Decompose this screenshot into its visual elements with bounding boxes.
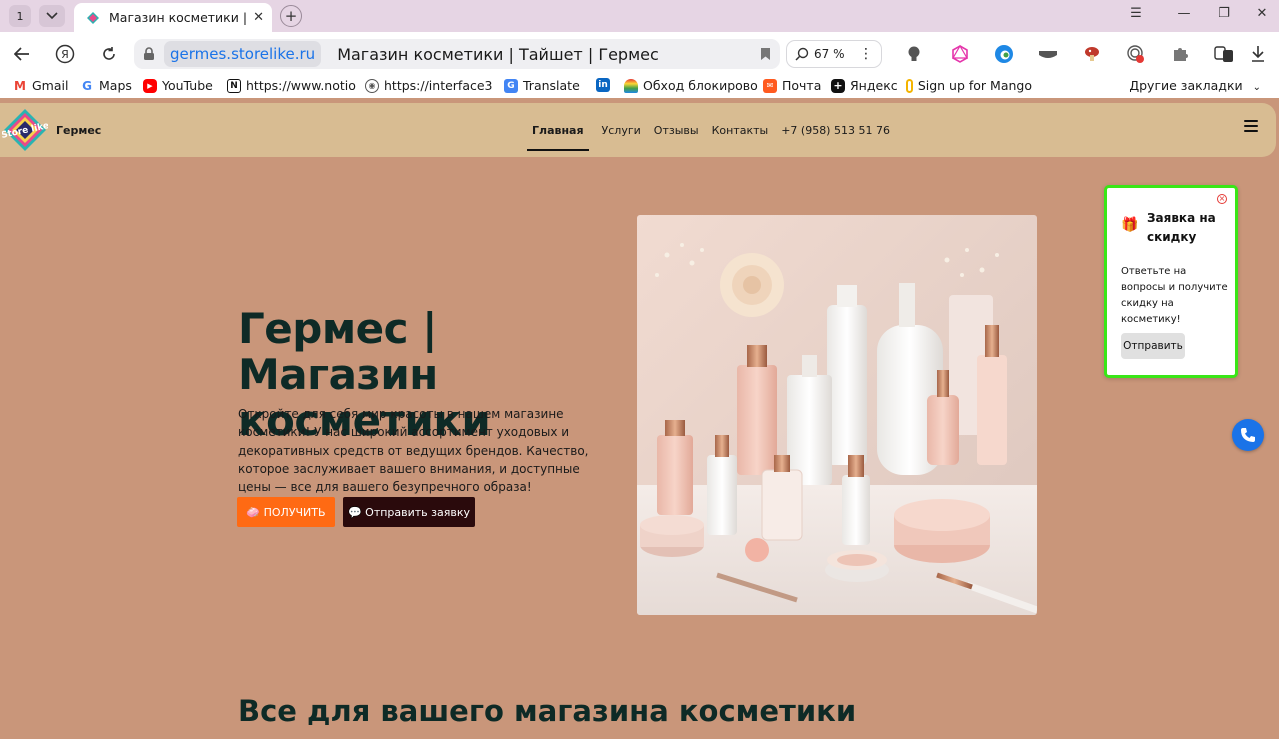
zoom-indicator[interactable]: 67 % ⋮ xyxy=(786,40,882,68)
nav-contacts[interactable]: Контакты xyxy=(712,103,769,157)
linkedin-icon: in xyxy=(596,78,610,92)
download-icon[interactable] xyxy=(1246,42,1270,66)
menu-icon[interactable]: ☰ xyxy=(1124,6,1148,21)
nav-phone[interactable]: +7 (958) 513 51 76 xyxy=(781,103,890,157)
brand-name[interactable]: Гермес xyxy=(56,124,101,137)
tab-list-button[interactable] xyxy=(39,5,65,27)
zoom-search-icon xyxy=(795,47,809,61)
svg-text:Я: Я xyxy=(61,48,69,61)
zoom-level: 67 % xyxy=(814,47,845,61)
bookmark-label: Translate xyxy=(523,78,580,93)
url-host[interactable]: germes.storelike.ru xyxy=(164,41,322,67)
main-nav: Главная Услуги Отзывы Контакты +7 (958) … xyxy=(527,103,903,157)
tab-close-icon[interactable]: ✕ xyxy=(253,10,264,25)
mango-icon xyxy=(906,78,913,93)
gmail-icon: M xyxy=(14,78,26,93)
more-options-icon[interactable]: ⋮ xyxy=(859,46,873,62)
logo-icon[interactable]: Store like xyxy=(2,107,48,153)
phone-icon xyxy=(1241,428,1255,442)
new-tab-button[interactable]: + xyxy=(280,5,302,27)
extension-translate-icon[interactable] xyxy=(1212,42,1236,66)
bookmark-label: Обход блокирово xyxy=(643,78,758,93)
translate-icon: G xyxy=(504,78,518,93)
minimize-icon[interactable]: — xyxy=(1172,6,1196,21)
chevron-down-icon: ⌄ xyxy=(1252,82,1261,93)
section-title: Все для вашего магазина косметики xyxy=(238,694,857,728)
address-bar[interactable]: germes.storelike.ru Магазин косметики | … xyxy=(134,39,780,69)
arrow-left-icon xyxy=(14,47,29,61)
bookmark-label: Sign up for Mango xyxy=(917,78,1032,93)
bookmark-gmail[interactable]: M Gmail xyxy=(13,78,68,93)
bookmark-label: Яндекс xyxy=(850,78,898,93)
extension-puzzle-icon[interactable] xyxy=(1168,42,1192,66)
bookmark-label: https://www.notio xyxy=(246,78,356,93)
bookmark-label: Почта xyxy=(782,78,822,93)
bookmarks-bar: M Gmail G Maps ▶ YouTube Nhttps://www.notio… xyxy=(0,74,1279,98)
bookmark-icon[interactable] xyxy=(750,47,780,61)
bookmark-notion[interactable]: Nhttps://www.notio xyxy=(227,78,356,93)
lock-icon[interactable] xyxy=(134,39,164,69)
bookmark-yandex[interactable]: + Яндекс xyxy=(831,78,898,93)
bookmark-translate[interactable]: G Translate xyxy=(504,78,580,93)
extension-bulb-icon[interactable] xyxy=(902,42,926,66)
yandex-icon: Я xyxy=(55,44,75,64)
call-button[interactable] xyxy=(1232,419,1264,451)
extension-fingerprint-icon[interactable] xyxy=(1124,42,1148,66)
bookmark-interface[interactable]: ◉ https://interface3 xyxy=(365,78,493,93)
hamburger-menu-icon[interactable] xyxy=(1244,120,1258,132)
youtube-icon: ▶ xyxy=(143,78,157,93)
globe-icon: ◉ xyxy=(365,78,379,93)
yandex-button[interactable]: Я xyxy=(52,41,78,67)
other-bookmarks[interactable]: Другие закладки ⌄ xyxy=(1129,78,1261,93)
tab-counter[interactable]: 1 xyxy=(9,5,31,27)
bookmark-label: YouTube xyxy=(162,78,213,93)
bookmark-label: Gmail xyxy=(32,78,69,93)
favicon-icon xyxy=(87,11,99,24)
plus-icon: + xyxy=(831,78,845,93)
back-button[interactable] xyxy=(9,41,35,67)
browser-tabbar: 1 Магазин косметики | Т ✕ + ☰ — ❐ ✕ xyxy=(0,0,1279,32)
active-tab[interactable]: Магазин косметики | Т ✕ xyxy=(74,3,272,32)
send-request-button[interactable]: 💬 Отправить заявку xyxy=(343,497,475,527)
other-bookmarks-label: Другие закладки xyxy=(1129,78,1243,93)
hero-description: Откройте для себя мир красоты в нашем ма… xyxy=(238,407,589,495)
mail-icon: ✉ xyxy=(763,78,777,93)
nav-reviews[interactable]: Отзывы xyxy=(654,103,699,157)
reload-button[interactable] xyxy=(96,41,122,67)
restore-icon[interactable]: ❐ xyxy=(1212,6,1236,21)
get-button[interactable]: 🧼 ПОЛУЧИТЬ xyxy=(237,497,335,527)
nav-home[interactable]: Главная xyxy=(527,103,589,157)
site-header: Store like Гермес Главная Услуги Отзывы … xyxy=(0,103,1276,157)
browser-toolbar: Я germes.storelike.ru Магазин косметики … xyxy=(0,32,1279,74)
extension-hat-icon[interactable] xyxy=(1036,42,1060,66)
bookmark-youtube[interactable]: ▶ YouTube xyxy=(143,78,213,93)
discount-popup: × 🎁 Заявка на скидку Ответьте на вопросы… xyxy=(1104,185,1238,378)
close-window-icon[interactable]: ✕ xyxy=(1250,6,1274,21)
bookmark-maps[interactable]: G Maps xyxy=(80,78,132,93)
bookmark-label: https://interface3 xyxy=(384,78,493,93)
bookmark-mail[interactable]: ✉ Почта xyxy=(763,78,821,93)
page-content: Store like Гермес Главная Услуги Отзывы … xyxy=(0,98,1279,739)
bookmark-linkedin[interactable]: in xyxy=(596,78,615,92)
gift-icon: 🎁 xyxy=(1121,217,1139,233)
notion-icon: N xyxy=(227,78,241,93)
close-icon[interactable]: × xyxy=(1217,194,1227,204)
popup-submit-button[interactable]: Отправить xyxy=(1121,333,1185,359)
chevron-down-icon xyxy=(46,12,58,20)
bookmark-mango[interactable]: Sign up for Mango xyxy=(906,78,1032,93)
extension-mushroom-icon[interactable] xyxy=(1080,42,1104,66)
extension-edge-icon[interactable] xyxy=(992,42,1016,66)
bookmark-bypass[interactable]: Обход блокирово xyxy=(624,78,758,93)
popup-title: Заявка на скидку xyxy=(1147,211,1216,244)
url-page-title: Магазин косметики | Тайшет | Гермес xyxy=(337,44,659,64)
extension-graphql-icon[interactable] xyxy=(948,42,972,66)
tab-title: Магазин косметики | Т xyxy=(109,10,248,25)
bookmark-label: Maps xyxy=(99,78,132,93)
rainbow-icon xyxy=(624,78,638,93)
reload-icon xyxy=(103,47,115,60)
google-icon: G xyxy=(82,78,92,93)
hero-cosmetics-image xyxy=(637,215,1037,615)
nav-services[interactable]: Услуги xyxy=(602,103,641,157)
popup-text: Ответьте на вопросы и получите скидку на… xyxy=(1121,266,1228,325)
